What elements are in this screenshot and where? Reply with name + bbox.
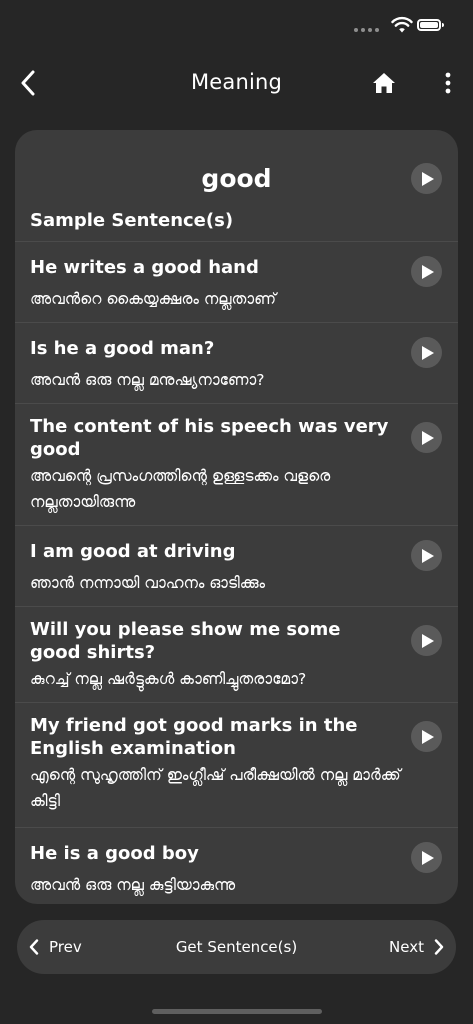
sentence-item: Is he a good man? അവൻ ഒരു നല്ല മനുഷ്യനാണ… xyxy=(15,322,458,403)
bottom-nav-bar: Prev Get Sentence(s) Next xyxy=(17,920,456,974)
play-icon xyxy=(422,345,434,360)
play-sentence-button[interactable] xyxy=(411,256,442,287)
sentence-english: He writes a good hand xyxy=(30,257,259,278)
sentence-translation: കുറച്ച് നല്ല ഷർട്ടുകൾ കാണിച്ചുതരാമോ? xyxy=(30,670,307,688)
play-icon xyxy=(422,850,434,865)
sentence-item: He is a good boy അവൻ ഒരു നല്ല കുട്ടിയാകു… xyxy=(15,827,458,904)
more-vertical-icon xyxy=(445,72,451,94)
home-indicator[interactable] xyxy=(152,1009,322,1014)
home-icon xyxy=(373,73,395,93)
play-icon xyxy=(422,264,434,279)
sentence-translation: അവന്റെ പ്രസംഗത്തിന്റെ ഉള്ളടക്കം വളരെ നല്… xyxy=(30,467,331,511)
play-icon xyxy=(422,430,434,445)
play-sentence-button[interactable] xyxy=(411,721,442,752)
sentence-item: Will you please show me some good shirts… xyxy=(15,606,458,702)
play-sentence-button[interactable] xyxy=(411,625,442,656)
play-sentence-button[interactable] xyxy=(411,422,442,453)
play-sentence-button[interactable] xyxy=(411,842,442,873)
home-button[interactable] xyxy=(369,68,399,98)
next-label: Next xyxy=(389,938,424,956)
sentence-english: He is a good boy xyxy=(30,843,199,864)
next-button[interactable]: Next xyxy=(389,920,444,974)
page-title: Meaning xyxy=(190,70,283,94)
sentence-english: I am good at driving xyxy=(30,541,236,562)
signal-icon xyxy=(354,28,379,32)
sentence-english: Will you please show me some good shirts… xyxy=(30,619,341,663)
nav-bar: Meaning xyxy=(0,58,473,108)
play-word-button[interactable] xyxy=(411,163,442,194)
sentence-item: The content of his speech was very good … xyxy=(15,403,458,525)
word-row: good xyxy=(15,158,458,202)
meaning-card: good Sample Sentence(s) He writes a good… xyxy=(15,130,458,904)
sentence-translation: അവൻറെ കൈയ്യക്ഷരം നല്ലതാണ് xyxy=(30,290,277,308)
section-heading: Sample Sentence(s) xyxy=(30,210,234,231)
more-button[interactable] xyxy=(437,68,459,98)
play-sentence-button[interactable] xyxy=(411,337,442,368)
sentence-english: My friend got good marks in the English … xyxy=(30,715,358,759)
battery-icon xyxy=(417,19,444,31)
sentence-translation: അവൻ ഒരു നല്ല കുട്ടിയാകുന്നു xyxy=(30,876,236,894)
chevron-right-icon xyxy=(434,939,444,955)
play-icon xyxy=(422,729,434,744)
sentence-item: He writes a good hand അവൻറെ കൈയ്യക്ഷരം ന… xyxy=(15,241,458,322)
sentence-english: Is he a good man? xyxy=(30,338,215,359)
sentence-translation: അവൻ ഒരു നല്ല മനുഷ്യനാണോ? xyxy=(30,371,265,389)
get-sentences-label: Get Sentence(s) xyxy=(175,938,298,956)
status-bar xyxy=(0,0,473,50)
play-icon xyxy=(422,633,434,648)
sentence-item: My friend got good marks in the English … xyxy=(15,702,458,827)
play-icon xyxy=(422,548,434,563)
sentence-english: The content of his speech was very good xyxy=(30,416,389,460)
sentence-translation: എന്റെ സുഹൃത്തിന് ഇംഗ്ലീഷ് പരീക്ഷയിൽ നല്ല… xyxy=(30,766,401,810)
play-icon xyxy=(422,171,434,186)
play-sentence-button[interactable] xyxy=(411,540,442,571)
wifi-icon xyxy=(391,16,413,33)
sentence-translation: ഞാൻ നന്നായി വാഹനം ഓടിക്കും xyxy=(30,574,266,592)
word-title: good xyxy=(201,164,272,193)
sentence-item: I am good at driving ഞാൻ നന്നായി വാഹനം ഓ… xyxy=(15,525,458,606)
